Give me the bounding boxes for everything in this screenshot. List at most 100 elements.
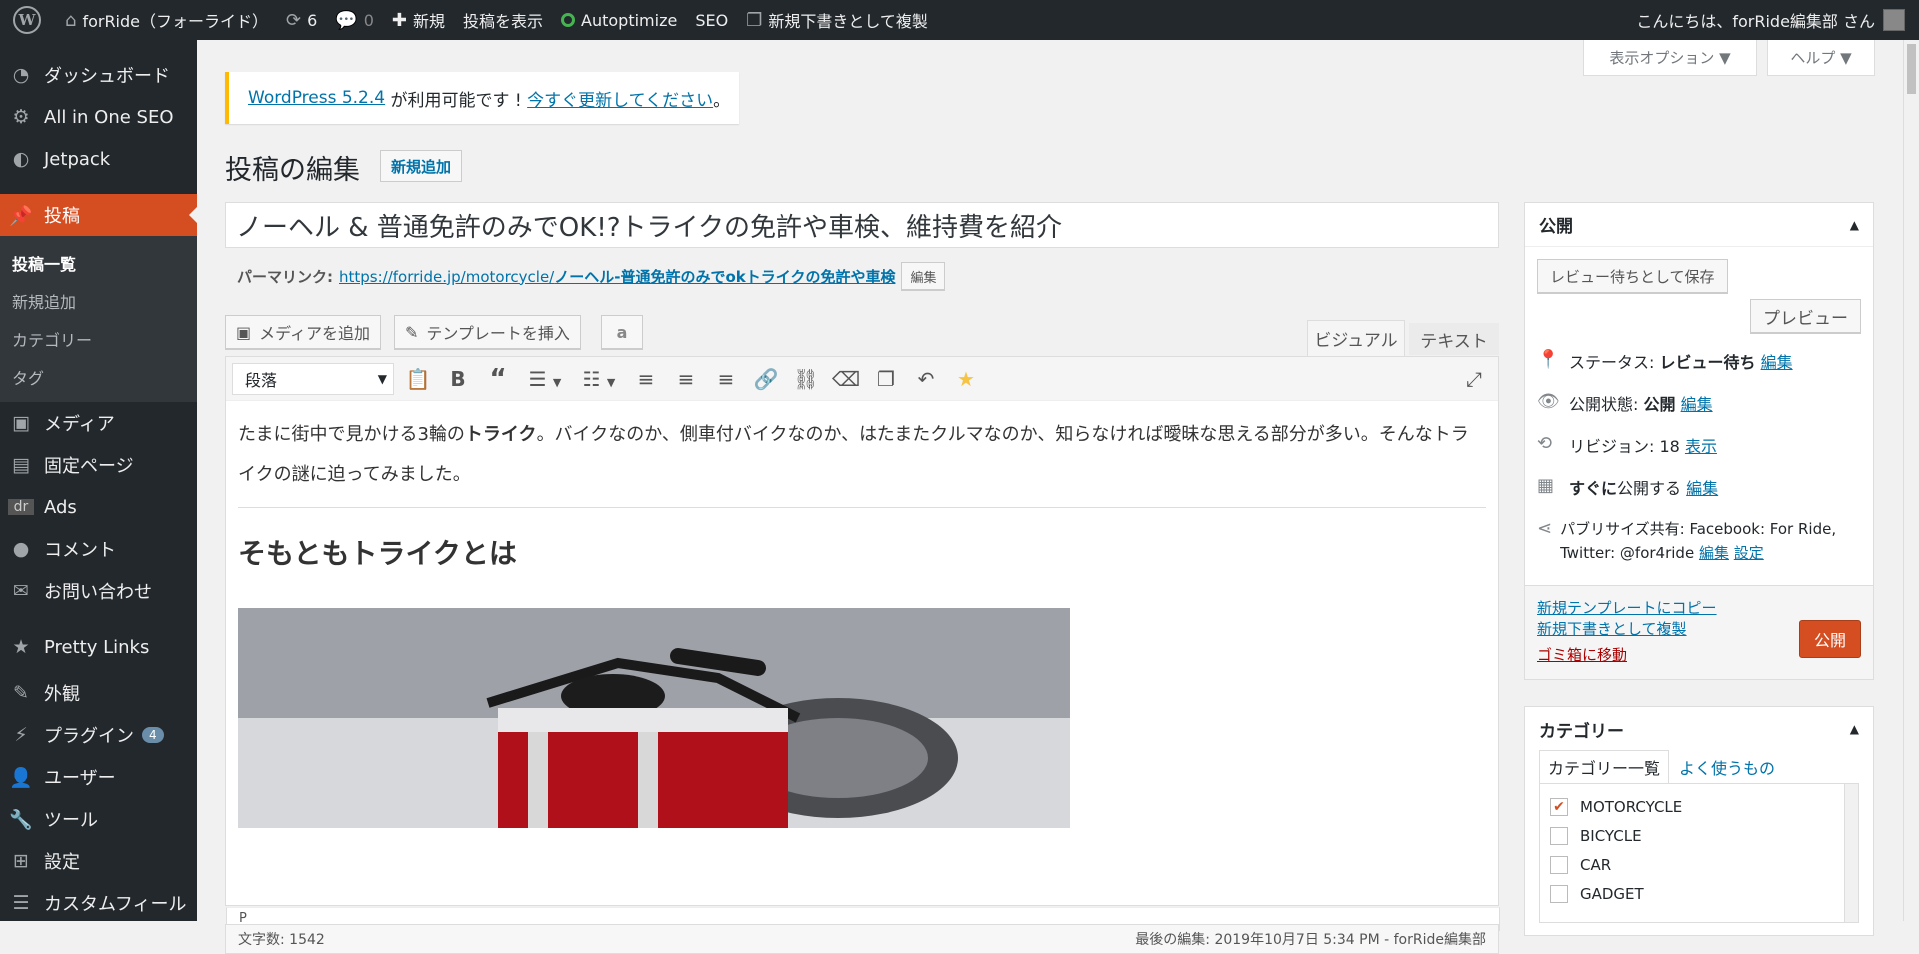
site-name-link[interactable]: ⌂ forRide（フォーライド） bbox=[56, 0, 277, 40]
menu-item-label: ユーザー bbox=[44, 768, 116, 789]
menu-item-settings[interactable]: ⊞ 設定 bbox=[0, 840, 197, 882]
last-edited: 最後の編集: 2019年10月7日 5:34 PM - forRide編集部 bbox=[1135, 932, 1486, 948]
page-title: 投稿の編集 bbox=[225, 155, 360, 186]
menu-item-all-in-one-seo[interactable]: ⚙ All in One SEO bbox=[0, 96, 197, 138]
undo-icon[interactable]: ↶ bbox=[906, 367, 946, 391]
menu-item-dashboard[interactable]: ◔ ダッシュボード bbox=[0, 54, 197, 96]
checkbox-icon[interactable] bbox=[1550, 855, 1568, 874]
visibility-edit-link[interactable]: 編集 bbox=[1681, 395, 1713, 414]
help-button[interactable]: ヘルプ ▼ bbox=[1767, 40, 1875, 76]
star-icon[interactable]: ★ bbox=[946, 367, 986, 391]
category-scrollbar[interactable] bbox=[1844, 784, 1858, 922]
submenu-all-posts[interactable]: 投稿一覧 bbox=[0, 244, 197, 282]
submenu-categories[interactable]: カテゴリー bbox=[0, 320, 197, 358]
status-label: ステータス: bbox=[1569, 353, 1660, 372]
menu-item-media[interactable]: ▣ メディア bbox=[0, 402, 197, 444]
wordpress-version-link[interactable]: WordPress 5.2.4 bbox=[248, 88, 385, 108]
menu-item-pretty-links[interactable]: ★ Pretty Links bbox=[0, 626, 197, 668]
menu-item-users[interactable]: 👤 ユーザー bbox=[0, 756, 197, 798]
scrollbar-thumb[interactable] bbox=[1907, 44, 1916, 94]
preview-button[interactable]: プレビュー bbox=[1750, 299, 1861, 333]
tab-visual[interactable]: ビジュアル bbox=[1307, 320, 1405, 356]
content-image[interactable] bbox=[238, 608, 1070, 828]
menu-item-posts[interactable]: 📌 投稿 bbox=[0, 194, 197, 236]
tab-text[interactable]: テキスト bbox=[1409, 323, 1499, 355]
numbered-list-icon[interactable]: ☷ ▼ bbox=[572, 367, 626, 391]
new-content-link[interactable]: ✚ 新規 bbox=[383, 0, 454, 40]
align-left-icon[interactable]: ≡ bbox=[626, 367, 666, 391]
copy-icon[interactable]: ❐ bbox=[866, 367, 906, 391]
editor-content[interactable]: たまに街中で見かける3輪のトライク。バイクなのか、側車付バイクなのか、はたまたク… bbox=[226, 401, 1498, 828]
updates-link[interactable]: ⟳ 6 bbox=[277, 0, 326, 40]
publish-button[interactable]: 公開 bbox=[1798, 620, 1861, 658]
autoptimize-link[interactable]: Autoptimize bbox=[552, 0, 686, 40]
tab-visual-label: ビジュアル bbox=[1314, 331, 1398, 351]
publish-box-header[interactable]: 公開 ▲ bbox=[1525, 203, 1873, 247]
format-select[interactable]: 段落 ▼ bbox=[232, 362, 394, 395]
menu-item-label: 設定 bbox=[44, 852, 80, 873]
amazon-button[interactable]: a bbox=[601, 315, 643, 349]
category-checklist[interactable]: ✔ MOTORCYCLE BICYCLE CAR GADGET bbox=[1539, 783, 1859, 923]
menu-item-jetpack[interactable]: ◐ Jetpack bbox=[0, 138, 197, 180]
paste-icon[interactable]: 📋 bbox=[398, 367, 438, 391]
menu-item-appearance[interactable]: ✎ 外観 bbox=[0, 672, 197, 714]
comment-icon: ● bbox=[12, 538, 30, 560]
align-center-icon[interactable]: ≡ bbox=[666, 367, 706, 391]
eraser-icon[interactable]: ⌫ bbox=[826, 367, 866, 391]
checkbox-checked-icon[interactable]: ✔ bbox=[1550, 797, 1568, 816]
category-item-gadget[interactable]: GADGET bbox=[1540, 879, 1858, 908]
publicize-edit-link[interactable]: 編集 bbox=[1699, 544, 1729, 562]
category-box-header[interactable]: カテゴリー ▲ bbox=[1525, 707, 1873, 751]
category-item-bicycle[interactable]: BICYCLE bbox=[1540, 821, 1858, 850]
menu-item-pages[interactable]: ▤ 固定ページ bbox=[0, 444, 197, 486]
submenu-add-new[interactable]: 新規追加 bbox=[0, 282, 197, 320]
update-now-link[interactable]: 今すぐ更新してください bbox=[527, 86, 713, 111]
menu-item-comments[interactable]: ● コメント bbox=[0, 528, 197, 570]
view-post-link[interactable]: 投稿を表示 bbox=[454, 0, 552, 40]
menu-item-ads[interactable]: dr Ads bbox=[0, 486, 197, 528]
duplicate-draft-link[interactable]: ❐ 新規下書きとして複製 bbox=[737, 0, 937, 40]
save-pending-button[interactable]: レビュー待ちとして保存 bbox=[1537, 259, 1728, 293]
calendar-icon: ▦ bbox=[1537, 475, 1555, 496]
revisions-view-link[interactable]: 表示 bbox=[1685, 437, 1717, 456]
bold-icon[interactable]: B bbox=[438, 367, 478, 391]
status-edit-link[interactable]: 編集 bbox=[1761, 353, 1793, 372]
page-scrollbar[interactable] bbox=[1903, 40, 1919, 921]
menu-item-plugins[interactable]: ⚡ プラグイン 4 bbox=[0, 714, 197, 756]
account-menu[interactable]: こんにちは、forRide編集部 さん bbox=[1627, 0, 1919, 40]
copy-to-template-link[interactable]: 新規テンプレートにコピー bbox=[1537, 599, 1717, 617]
schedule-edit-link[interactable]: 編集 bbox=[1686, 479, 1718, 498]
menu-item-contact[interactable]: ✉ お問い合わせ bbox=[0, 570, 197, 612]
menu-item-label: ダッシュボード bbox=[44, 66, 170, 87]
format-select-value: 段落 bbox=[245, 370, 278, 390]
publicize-settings-link[interactable]: 設定 bbox=[1734, 544, 1764, 562]
add-new-button[interactable]: 新規追加 bbox=[380, 150, 463, 182]
post-title-input[interactable]: ノーヘル & 普通免許のみでOK!?トライクの免許や車検、維持費を紹介 bbox=[225, 202, 1499, 248]
category-item-car[interactable]: CAR bbox=[1540, 850, 1858, 879]
permalink-edit-button[interactable]: 編集 bbox=[901, 262, 946, 290]
wp-logo-menu[interactable]: W bbox=[0, 0, 56, 40]
blockquote-icon[interactable]: “ bbox=[478, 364, 518, 394]
fullscreen-icon[interactable]: ⤢ bbox=[1454, 367, 1494, 391]
menu-item-custom-fields[interactable]: ☰ カスタムフィール bbox=[0, 882, 197, 924]
tab-all-categories[interactable]: カテゴリー一覧 bbox=[1539, 750, 1670, 783]
link-icon[interactable]: 🔗 bbox=[746, 367, 786, 391]
unlink-icon[interactable]: ⛓ bbox=[786, 367, 826, 391]
ads-icon: dr bbox=[8, 499, 34, 515]
category-item-motorcycle[interactable]: ✔ MOTORCYCLE bbox=[1540, 792, 1858, 821]
seo-link[interactable]: SEO bbox=[686, 0, 737, 40]
insert-template-button[interactable]: ✎ テンプレートを挿入 bbox=[394, 315, 581, 349]
permalink-link[interactable]: https://forride.jp/motorcycle/ノーヘル-普通免許の… bbox=[339, 266, 895, 287]
tab-popular-categories[interactable]: よく使うもの bbox=[1669, 751, 1785, 783]
trash-link[interactable]: ゴミ箱に移動 bbox=[1537, 646, 1627, 664]
comments-link[interactable]: 💬 0 bbox=[326, 0, 383, 40]
add-media-button[interactable]: ▣ メディアを追加 bbox=[225, 315, 382, 349]
checkbox-icon[interactable] bbox=[1550, 826, 1568, 845]
menu-item-tools[interactable]: 🔧 ツール bbox=[0, 798, 197, 840]
checkbox-icon[interactable] bbox=[1550, 884, 1568, 903]
screen-options-button[interactable]: 表示オプション ▼ bbox=[1583, 40, 1757, 76]
bullet-list-icon[interactable]: ☰ ▼ bbox=[518, 367, 572, 391]
copy-to-draft-link[interactable]: 新規下書きとして複製 bbox=[1537, 620, 1687, 638]
align-right-icon[interactable]: ≡ bbox=[706, 367, 746, 391]
submenu-tags[interactable]: タグ bbox=[0, 358, 197, 396]
